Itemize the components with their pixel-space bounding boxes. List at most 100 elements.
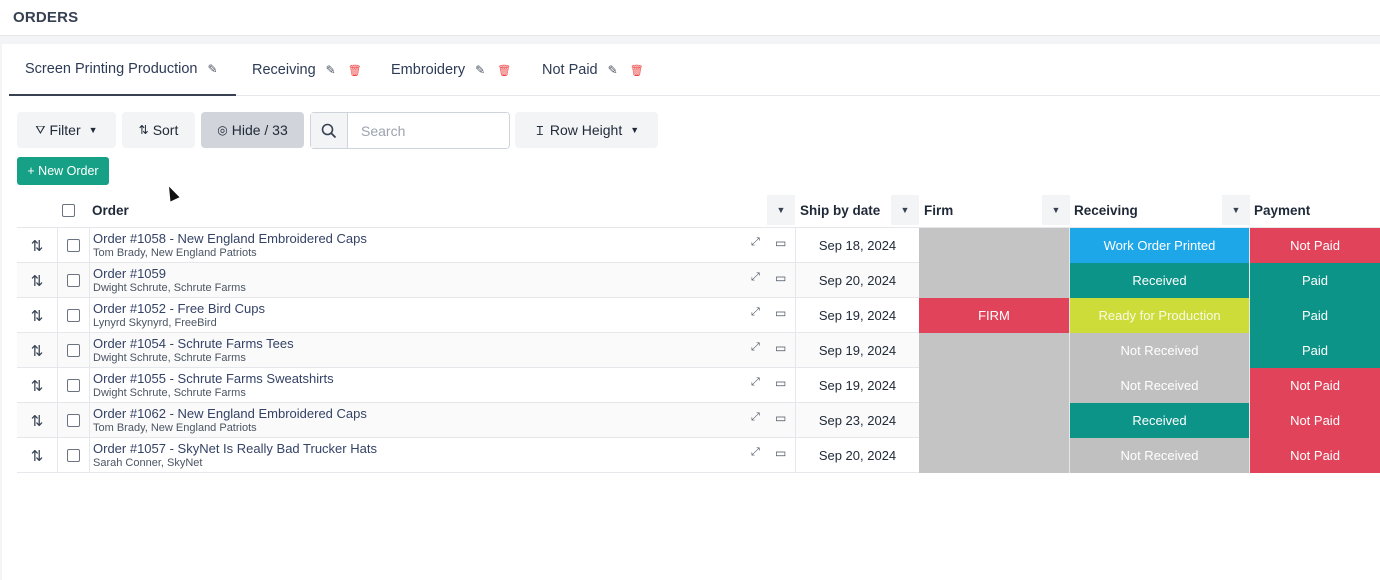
table-row[interactable]: ⇅ Order #1059 Dwight Schrute, Schrute Farm…	[17, 263, 1380, 298]
trash-icon[interactable]: 🗑	[348, 64, 362, 77]
firm-status[interactable]	[919, 333, 1069, 368]
chevron-down-icon[interactable]: ▼	[767, 195, 795, 225]
order-title[interactable]: Order #1058 - New England Embroidered Ca…	[93, 231, 367, 246]
tab-screen-printing-production[interactable]: Screen Printing Production ✎	[9, 44, 236, 96]
firm-status[interactable]	[919, 438, 1069, 473]
filter-button[interactable]: ⛛ Filter ▼	[17, 112, 116, 148]
receiving-status[interactable]: Not Received	[1069, 368, 1249, 403]
receiving-status[interactable]: Not Received	[1069, 438, 1249, 473]
new-order-button[interactable]: + New Order	[17, 157, 109, 185]
pencil-icon[interactable]: ✎	[208, 62, 218, 76]
expand-icon[interactable]: ⤢	[751, 341, 760, 354]
comment-icon[interactable]: ▭	[775, 306, 786, 320]
sort-button[interactable]: ⇅ Sort	[122, 112, 195, 148]
drag-sort-icon[interactable]: ⇅	[17, 263, 57, 298]
receiving-status[interactable]: Ready for Production	[1069, 298, 1249, 333]
comment-icon[interactable]: ▭	[775, 376, 786, 390]
payment-status[interactable]: Not Paid	[1249, 403, 1380, 438]
table-row[interactable]: ⇅ Order #1058 - New England Embroidered C…	[17, 228, 1380, 263]
column-header-firm[interactable]: Firm	[924, 193, 953, 228]
ship-by-date[interactable]: Sep 19, 2024	[795, 298, 919, 333]
order-cell[interactable]: Order #1054 - Schrute Farms Tees Dwight S…	[89, 333, 795, 368]
firm-status[interactable]	[919, 368, 1069, 403]
order-title[interactable]: Order #1055 - Schrute Farms Sweatshirts	[93, 371, 334, 386]
comment-icon[interactable]: ▭	[775, 271, 786, 285]
row-checkbox[interactable]	[57, 333, 89, 368]
table-row[interactable]: ⇅ Order #1057 - SkyNet Is Really Bad Truc…	[17, 438, 1380, 473]
ship-by-date[interactable]: Sep 18, 2024	[795, 228, 919, 263]
tab-not-paid[interactable]: Not Paid ✎ 🗑	[542, 44, 644, 96]
pencil-icon[interactable]: ✎	[326, 63, 336, 77]
table-row[interactable]: ⇅ Order #1052 - Free Bird Cups Lynyrd Skyn…	[17, 298, 1380, 333]
payment-status[interactable]: Paid	[1249, 263, 1380, 298]
drag-sort-icon[interactable]: ⇅	[17, 228, 57, 263]
select-all-checkbox[interactable]	[62, 193, 75, 228]
chevron-down-icon[interactable]: ▼	[1222, 195, 1250, 225]
expand-icon[interactable]: ⤢	[751, 306, 760, 319]
row-height-button[interactable]: Ｉ Row Height ▼	[515, 112, 658, 148]
expand-icon[interactable]: ⤢	[751, 446, 760, 459]
tab-embroidery[interactable]: Embroidery ✎ 🗑	[391, 44, 511, 96]
chevron-down-icon[interactable]: ▼	[1042, 195, 1070, 225]
table-row[interactable]: ⇅ Order #1055 - Schrute Farms Sweatshirts…	[17, 368, 1380, 403]
order-cell[interactable]: Order #1052 - Free Bird Cups Lynyrd Skyny…	[89, 298, 795, 333]
drag-sort-icon[interactable]: ⇅	[17, 438, 57, 473]
column-header-order[interactable]: Order	[92, 193, 129, 228]
order-cell[interactable]: Order #1058 - New England Embroidered Ca…	[89, 228, 795, 263]
firm-status[interactable]	[919, 403, 1069, 438]
firm-status[interactable]	[919, 263, 1069, 298]
payment-status[interactable]: Paid	[1249, 298, 1380, 333]
ship-by-date[interactable]: Sep 19, 2024	[795, 333, 919, 368]
receiving-status[interactable]: Not Received	[1069, 333, 1249, 368]
trash-icon[interactable]: 🗑	[630, 64, 644, 77]
row-checkbox[interactable]	[57, 228, 89, 263]
column-header-receiving[interactable]: Receiving	[1074, 193, 1138, 228]
drag-sort-icon[interactable]: ⇅	[17, 368, 57, 403]
hide-fields-button[interactable]: ◎ Hide / 33	[201, 112, 304, 148]
drag-sort-icon[interactable]: ⇅	[17, 333, 57, 368]
payment-status[interactable]: Paid	[1249, 333, 1380, 368]
row-checkbox[interactable]	[57, 298, 89, 333]
order-cell[interactable]: Order #1059 Dwight Schrute, Schrute Farms	[89, 263, 795, 298]
order-cell[interactable]: Order #1062 - New England Embroidered Ca…	[89, 403, 795, 438]
tab-receiving[interactable]: Receiving ✎ 🗑	[252, 44, 362, 96]
order-title[interactable]: Order #1054 - Schrute Farms Tees	[93, 336, 294, 351]
chevron-down-icon[interactable]: ▼	[891, 195, 919, 225]
column-header-payment[interactable]: Payment	[1254, 193, 1310, 228]
expand-icon[interactable]: ⤢	[751, 271, 760, 284]
search-input[interactable]	[348, 113, 508, 148]
payment-status[interactable]: Not Paid	[1249, 228, 1380, 263]
row-checkbox[interactable]	[57, 403, 89, 438]
order-cell[interactable]: Order #1055 - Schrute Farms Sweatshirts D…	[89, 368, 795, 403]
pencil-icon[interactable]: ✎	[475, 63, 485, 77]
receiving-status[interactable]: Work Order Printed	[1069, 228, 1249, 263]
ship-by-date[interactable]: Sep 20, 2024	[795, 263, 919, 298]
table-row[interactable]: ⇅ Order #1062 - New England Embroidered C…	[17, 403, 1380, 438]
row-checkbox[interactable]	[57, 438, 89, 473]
trash-icon[interactable]: 🗑	[497, 64, 511, 77]
firm-status[interactable]	[919, 228, 1069, 263]
payment-status[interactable]: Not Paid	[1249, 438, 1380, 473]
order-title[interactable]: Order #1057 - SkyNet Is Really Bad Truck…	[93, 441, 377, 456]
receiving-status[interactable]: Received	[1069, 263, 1249, 298]
payment-status[interactable]: Not Paid	[1249, 368, 1380, 403]
expand-icon[interactable]: ⤢	[751, 411, 760, 424]
search-icon[interactable]	[311, 113, 348, 148]
ship-by-date[interactable]: Sep 23, 2024	[795, 403, 919, 438]
row-checkbox[interactable]	[57, 368, 89, 403]
firm-status[interactable]: FIRM	[919, 298, 1069, 333]
order-title[interactable]: Order #1059	[93, 266, 166, 281]
order-cell[interactable]: Order #1057 - SkyNet Is Really Bad Truck…	[89, 438, 795, 473]
ship-by-date[interactable]: Sep 20, 2024	[795, 438, 919, 473]
row-checkbox[interactable]	[57, 263, 89, 298]
ship-by-date[interactable]: Sep 19, 2024	[795, 368, 919, 403]
column-header-ship-by[interactable]: Ship by date	[800, 193, 880, 228]
comment-icon[interactable]: ▭	[775, 341, 786, 355]
drag-sort-icon[interactable]: ⇅	[17, 403, 57, 438]
expand-icon[interactable]: ⤢	[751, 236, 760, 249]
order-title[interactable]: Order #1052 - Free Bird Cups	[93, 301, 265, 316]
comment-icon[interactable]: ▭	[775, 236, 786, 250]
table-row[interactable]: ⇅ Order #1054 - Schrute Farms Tees Dwight …	[17, 333, 1380, 368]
receiving-status[interactable]: Received	[1069, 403, 1249, 438]
order-title[interactable]: Order #1062 - New England Embroidered Ca…	[93, 406, 367, 421]
